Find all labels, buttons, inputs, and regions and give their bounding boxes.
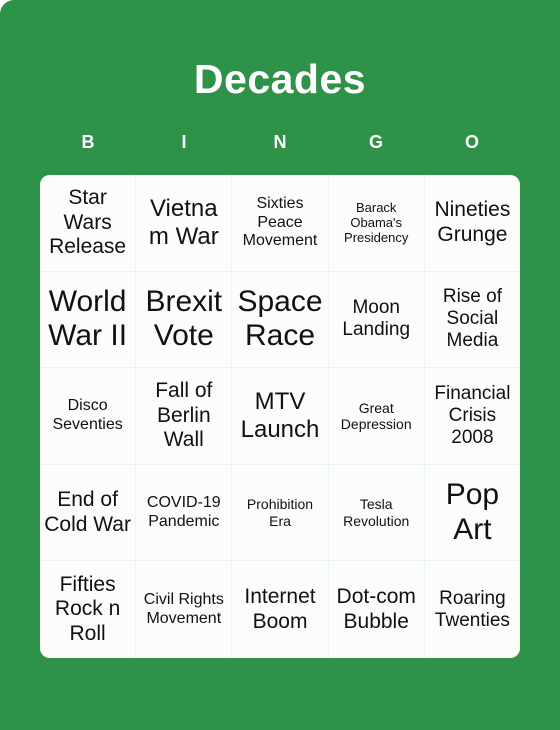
bingo-cell[interactable]: Disco Seventies (40, 368, 137, 465)
bingo-header-b: B (81, 132, 95, 152)
bingo-cell[interactable]: Internet Boom (232, 561, 329, 658)
bingo-column-headers: B I N G O (40, 131, 520, 153)
bingo-cell[interactable]: Dot-com Bubble (328, 561, 425, 658)
bingo-cell[interactable]: End of Cold War (40, 464, 137, 562)
bingo-header-i: I (181, 132, 187, 152)
bingo-cell[interactable]: Vietnam War (136, 175, 233, 272)
bingo-cell[interactable]: Star Wars Release (40, 175, 137, 272)
bingo-cell[interactable]: World War II (40, 271, 137, 369)
bingo-cell[interactable]: MTV Launch (232, 368, 329, 465)
bingo-cell[interactable]: Fifties Rock n Roll (40, 561, 137, 658)
bingo-cell[interactable]: Roaring Twenties (424, 561, 520, 658)
bingo-cell[interactable]: COVID-19 Pandemic (136, 464, 233, 562)
bingo-row: End of Cold War COVID-19 Pandemic Prohib… (40, 464, 520, 562)
bingo-cell[interactable]: Nineties Grunge (424, 175, 520, 272)
bingo-card-page: Decades B I N G O Star Wars Release Viet… (0, 0, 560, 730)
bingo-cell[interactable]: Financial Crisis 2008 (424, 368, 520, 465)
bingo-cell[interactable]: Great Depression (328, 368, 425, 465)
page-title: Decades (193, 56, 367, 102)
bingo-row: Disco Seventies Fall of Berlin Wall MTV … (40, 368, 520, 465)
bingo-cell[interactable]: Fall of Berlin Wall (136, 368, 233, 465)
bingo-cell[interactable]: Space Race (232, 271, 329, 369)
bingo-cell[interactable]: Sixties Peace Movement (232, 175, 329, 272)
bingo-cell[interactable]: Civil Rights Movement (136, 561, 233, 658)
bingo-row: World War II Brexit Vote Space Race Moon… (40, 271, 520, 369)
bingo-row: Fifties Rock n Roll Civil Rights Movemen… (40, 561, 520, 658)
bingo-cell[interactable]: Moon Landing (328, 271, 425, 369)
bingo-header-g: G (368, 132, 383, 152)
bingo-row: Star Wars Release Vietnam War Sixties Pe… (40, 175, 520, 272)
bingo-cell[interactable]: Tesla Revolution (328, 464, 425, 562)
bingo-cell[interactable]: Rise of Social Media (424, 271, 520, 369)
bingo-cell[interactable]: Prohibition Era (232, 464, 329, 562)
bingo-cell[interactable]: Barack Obama's Presidency (328, 175, 425, 272)
bingo-cell[interactable]: Brexit Vote (136, 271, 233, 369)
bingo-header-o: O (464, 132, 479, 152)
bingo-cell[interactable]: Pop Art (424, 464, 520, 562)
bingo-header-n: N (273, 132, 287, 152)
bingo-grid: Star Wars Release Vietnam War Sixties Pe… (40, 175, 520, 658)
